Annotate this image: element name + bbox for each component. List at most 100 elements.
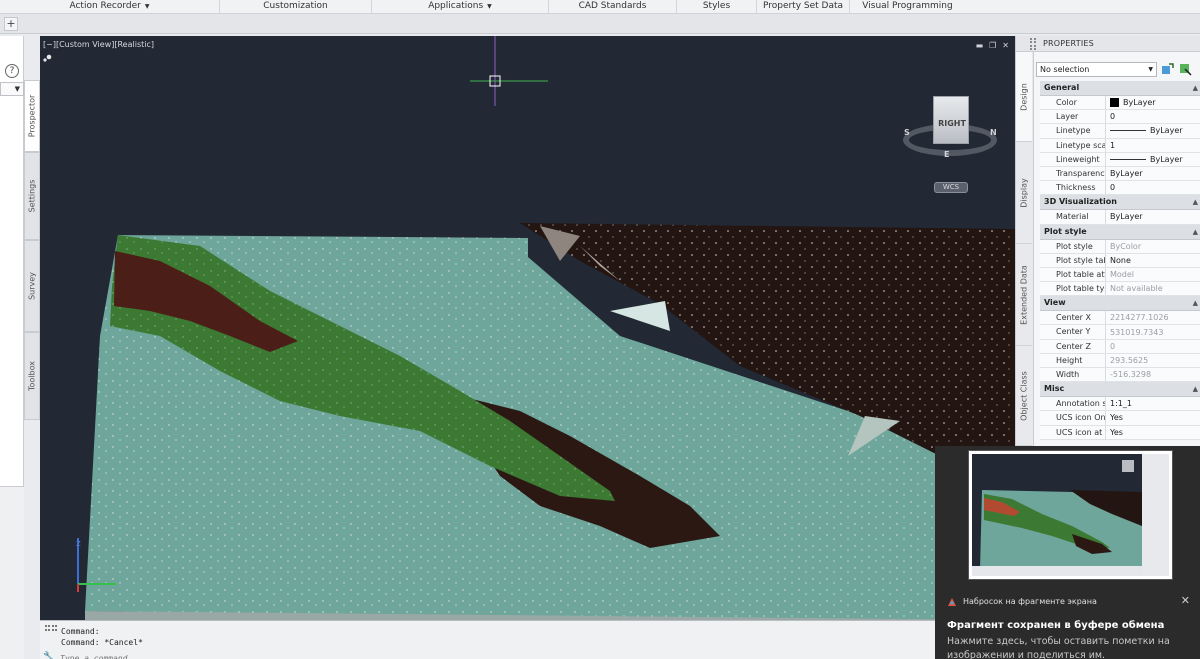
chevron-down-icon: ▼ <box>1148 66 1153 73</box>
property-row[interactable]: Plot style ByColor <box>1040 239 1200 254</box>
tab-display[interactable]: Display <box>1016 142 1032 244</box>
tab-settings[interactable]: Settings <box>24 152 40 240</box>
property-value[interactable]: ByLayer <box>1106 153 1200 166</box>
property-category-view[interactable]: View ▲ <box>1040 296 1200 312</box>
viewport-label[interactable]: [−][Custom View][Realistic] <box>43 40 154 49</box>
viewcube[interactable]: RIGHT S N E <box>900 88 1000 178</box>
ribbon-tab-visual-programming[interactable]: Visual Programming <box>850 0 965 14</box>
tab-design[interactable]: Design <box>1016 52 1032 142</box>
tab-toolbox[interactable]: Toolbox <box>24 332 40 420</box>
property-value[interactable]: 2214277.1026 <box>1106 311 1200 324</box>
ribbon-tab-action-recorder[interactable]: Action Recorder ▼ <box>0 0 220 14</box>
property-row[interactable]: Center X 2214277.1026 <box>1040 311 1200 326</box>
property-row[interactable]: UCS icon On Yes <box>1040 411 1200 426</box>
property-row[interactable]: Center Y 531019.7343 <box>1040 325 1200 340</box>
property-value[interactable]: ByLayer <box>1106 96 1200 109</box>
property-row[interactable]: Thickness 0 <box>1040 181 1200 196</box>
property-value[interactable]: ByLayer <box>1106 210 1200 223</box>
ribbon-tab-applications[interactable]: Applications ▼ <box>372 0 549 14</box>
property-row[interactable]: Annotation s... 1:1_1 <box>1040 397 1200 412</box>
slope-facet <box>610 301 670 331</box>
property-value[interactable]: ByColor <box>1106 240 1200 253</box>
palette-grip[interactable] <box>1030 38 1036 50</box>
collapse-caret-icon[interactable]: ▲ <box>1193 225 1198 239</box>
property-value[interactable]: Not available <box>1106 282 1200 295</box>
property-value[interactable]: Yes <box>1106 411 1200 424</box>
property-row[interactable]: Layer 0 <box>1040 110 1200 125</box>
restore-icon[interactable]: ❐ <box>989 42 996 50</box>
thumbnail-image <box>972 454 1169 576</box>
property-value[interactable]: 0 <box>1106 181 1200 194</box>
ribbon-tab-cad-standards[interactable]: CAD Standards <box>549 0 677 14</box>
property-category-3d-visualization[interactable]: 3D Visualization ▲ <box>1040 195 1200 211</box>
property-value-text: 1 <box>1110 140 1116 150</box>
property-row[interactable]: Color ByLayer <box>1040 96 1200 111</box>
property-row[interactable]: UCS icon at o... Yes <box>1040 425 1200 440</box>
autocad-civil3d-window: Action Recorder ▼ Customization Applicati… <box>0 0 1200 659</box>
drawing-viewport[interactable]: Z [−][Custom View][Realistic] ▬ ❐ ✕ RIGH… <box>40 36 1015 620</box>
property-row[interactable]: Lineweight ByLayer <box>1040 152 1200 167</box>
command-input[interactable] <box>60 652 460 659</box>
collapse-caret-icon[interactable]: ▲ <box>1193 81 1198 95</box>
select-objects-icon[interactable] <box>1179 63 1192 76</box>
snip-sketch-app-icon <box>948 598 956 606</box>
tab-object-class[interactable]: Object Class <box>1016 346 1032 446</box>
ribbon-tab-customization[interactable]: Customization <box>220 0 372 14</box>
property-key: Linetype scale <box>1040 138 1106 152</box>
chevron-down-icon: ▼ <box>144 3 150 10</box>
property-value[interactable]: 1 <box>1106 139 1200 152</box>
property-value[interactable]: 0 <box>1106 340 1200 353</box>
property-value[interactable]: Yes <box>1106 426 1200 439</box>
property-value-text: ByLayer <box>1150 154 1183 164</box>
wcs-menu-button[interactable]: WCS <box>934 182 968 193</box>
property-row[interactable]: Plot style table None <box>1040 253 1200 268</box>
collapse-caret-icon[interactable]: ▲ <box>1193 296 1198 310</box>
ribbon-tab-label: Styles <box>702 1 731 11</box>
toggle-pickadd-icon[interactable] <box>1161 63 1174 76</box>
property-category-plot-style[interactable]: Plot style ▲ <box>1040 224 1200 240</box>
tab-extended-data[interactable]: Extended Data <box>1016 244 1032 346</box>
ucs-z-label: Z <box>76 540 81 548</box>
command-line-grip[interactable] <box>45 625 57 631</box>
property-value[interactable]: 531019.7343 <box>1106 325 1200 338</box>
property-value[interactable]: -516.3298 <box>1106 368 1200 381</box>
snip-sketch-notification[interactable]: Набросок на фрагменте экрана ✕ Фрагмент … <box>935 446 1200 659</box>
toolspace-view-dropdown[interactable]: ▼ <box>0 82 24 96</box>
property-value-text: 0 <box>1110 341 1116 351</box>
collapse-caret-icon[interactable]: ▲ <box>1193 195 1198 209</box>
property-row[interactable]: Linetype scale 1 <box>1040 138 1200 153</box>
new-drawing-tab-button[interactable]: + <box>4 17 18 31</box>
properties-title-bar[interactable]: PROPERTIES <box>1016 36 1200 52</box>
minimize-icon[interactable]: ▬ <box>976 42 984 50</box>
tab-prospector[interactable]: Prospector <box>24 80 40 152</box>
property-row[interactable]: Width -516.3298 <box>1040 368 1200 383</box>
property-row[interactable]: Linetype ByLayer <box>1040 124 1200 139</box>
property-category-misc[interactable]: Misc ▲ <box>1040 382 1200 398</box>
property-value[interactable]: Model <box>1106 268 1200 281</box>
selection-dropdown[interactable]: No selection ▼ <box>1036 62 1157 77</box>
property-row[interactable]: Center Z 0 <box>1040 339 1200 354</box>
viewcube-face[interactable]: RIGHT <box>933 96 969 144</box>
property-value-text: 0 <box>1110 112 1116 122</box>
ribbon-tab-styles[interactable]: Styles <box>677 0 757 14</box>
property-row[interactable]: Transparency ByLayer <box>1040 166 1200 182</box>
customize-wrench-icon[interactable]: 🔧 <box>43 652 54 659</box>
property-value[interactable]: ByLayer <box>1106 167 1200 180</box>
close-icon[interactable]: ✕ <box>1181 594 1190 607</box>
screenshot-thumbnail[interactable] <box>968 450 1173 580</box>
property-value[interactable]: 0 <box>1106 110 1200 123</box>
tab-survey[interactable]: Survey <box>24 240 40 332</box>
property-value[interactable]: ByLayer <box>1106 124 1200 137</box>
property-row[interactable]: Plot table att... Model <box>1040 267 1200 283</box>
property-row[interactable]: Height 293.5625 <box>1040 353 1200 368</box>
help-icon[interactable]: ? <box>5 64 19 78</box>
ribbon-tab-property-set-data[interactable]: Property Set Data <box>757 0 850 14</box>
property-category-general[interactable]: General ▲ <box>1040 81 1200 96</box>
property-row[interactable]: Material ByLayer <box>1040 210 1200 225</box>
collapse-caret-icon[interactable]: ▲ <box>1193 382 1198 396</box>
property-value[interactable]: 293.5625 <box>1106 354 1200 367</box>
close-icon[interactable]: ✕ <box>1002 42 1009 50</box>
property-value[interactable]: None <box>1106 254 1200 267</box>
property-value[interactable]: 1:1_1 <box>1106 397 1200 410</box>
property-row[interactable]: Plot table type Not available <box>1040 282 1200 297</box>
